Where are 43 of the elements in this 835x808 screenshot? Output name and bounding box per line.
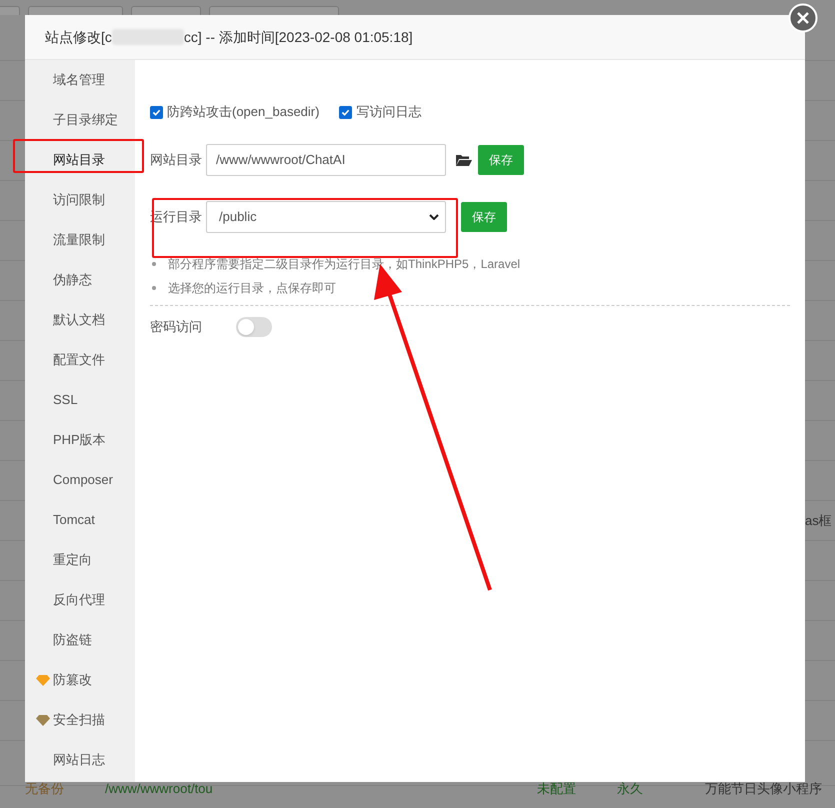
sidebar-item[interactable]: PHP版本 (25, 429, 135, 451)
folder-icon[interactable] (456, 154, 472, 166)
bullet-icon (152, 286, 156, 290)
sidebar-item[interactable]: 域名管理 (25, 69, 135, 91)
table-cell-text: 无备份 (25, 780, 64, 798)
toggle-switch[interactable] (236, 317, 272, 337)
chevron-down-icon (429, 214, 439, 220)
toolbar-button[interactable] (28, 6, 123, 15)
sidebar-item[interactable]: 子目录绑定 (25, 109, 135, 131)
select-field[interactable]: /public (206, 201, 446, 233)
window-title: 站点修改[c (45, 28, 112, 47)
sidebar-item[interactable]: Tomcat (25, 509, 135, 531)
field-label: 密码访问 (150, 318, 203, 336)
toolbar-button[interactable] (131, 6, 201, 15)
sidebar-item[interactable]: 配置文件 (25, 349, 135, 371)
bullet-icon (152, 262, 156, 266)
sidebar-item[interactable]: 默认文档 (25, 309, 135, 331)
sidebar-item[interactable]: SSL (25, 389, 135, 411)
toolbar-button[interactable] (209, 6, 339, 15)
sidebar-item[interactable]: 反向代理 (25, 589, 135, 611)
field-label: 网站目录 (150, 151, 203, 170)
table-cell-text: 未配置 (537, 780, 576, 798)
sidebar-item[interactable]: 重定向 (25, 549, 135, 571)
table-cell-text: as框 (805, 512, 832, 530)
sidebar-item[interactable]: 伪静态 (25, 269, 135, 291)
table-cell-text: /www/wwwroot/tou (105, 780, 213, 798)
checkbox[interactable] (339, 106, 352, 118)
table-cell-text: 万能节日头像小程序 (705, 780, 822, 798)
table-cell-text: 永久 (617, 780, 643, 798)
checkbox-label: 防跨站攻击(open_basedir) (167, 103, 320, 122)
checkbox-label: 写访问日志 (356, 103, 422, 122)
input-field[interactable]: /www/wwwroot/ChatAI (206, 144, 446, 176)
sidebar-item[interactable]: 防盗链 (25, 629, 135, 651)
note-text: 选择您的运行目录，点保存即可 (168, 280, 336, 297)
sidebar-item[interactable]: 防篡改 (25, 669, 135, 691)
checkbox[interactable] (150, 106, 163, 118)
sidebar-item[interactable]: 网站日志 (25, 749, 135, 771)
sidebar-item[interactable]: 安全扫描 (25, 709, 135, 731)
close-icon[interactable] (788, 3, 818, 33)
window-title: cc] -- 添加时间[2023-02-08 01:05:18] (184, 28, 413, 47)
sidebar-item[interactable]: 访问限制 (25, 189, 135, 211)
sidebar-item[interactable]: Composer (25, 469, 135, 491)
sidebar-item[interactable]: 流量限制 (25, 229, 135, 251)
